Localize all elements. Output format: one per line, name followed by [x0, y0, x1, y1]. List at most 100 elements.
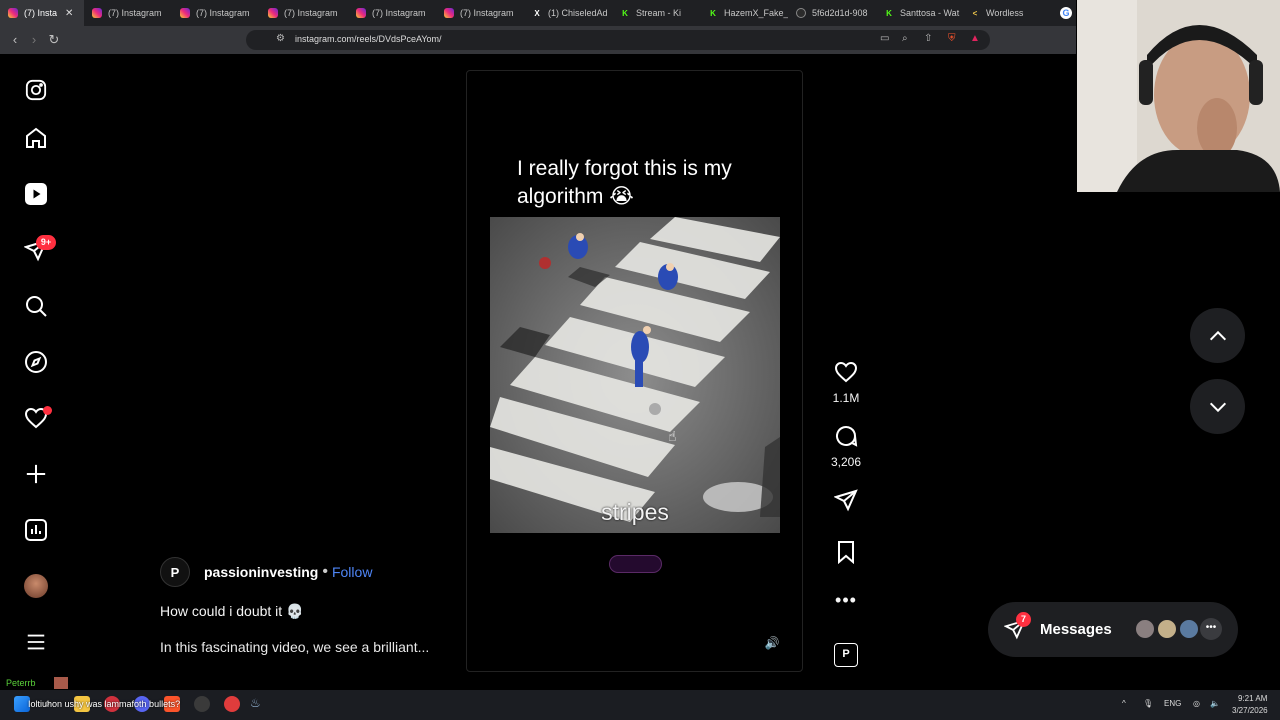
comment-button[interactable]: 3,206	[826, 424, 866, 469]
reel-player[interactable]: I really forgot this is my algorithm 😭 s…	[466, 70, 803, 672]
notification-dot	[43, 406, 52, 415]
obs-icon[interactable]	[194, 696, 210, 712]
network-icon[interactable]: ◎	[1193, 699, 1200, 708]
language-indicator[interactable]: ENG	[1164, 699, 1181, 708]
separator-dot: •	[322, 563, 328, 580]
steam-icon[interactable]: ♨	[250, 696, 266, 712]
profile-avatar[interactable]	[22, 572, 50, 600]
x-icon: X	[534, 8, 540, 18]
author-username[interactable]: passioninvesting	[204, 564, 318, 580]
instagram-icon	[356, 8, 366, 18]
search-icon[interactable]	[22, 292, 50, 320]
browser-tab[interactable]: (7) Instagram	[348, 0, 436, 26]
clock-time[interactable]: 9:21 AM	[1238, 694, 1267, 703]
crosswalk-scene	[490, 217, 780, 533]
instagram-icon	[268, 8, 278, 18]
more-menu-icon[interactable]	[22, 628, 50, 656]
tab-label: HazemX_Fake_	[724, 8, 788, 18]
forward-icon[interactable]: ›	[26, 32, 42, 48]
dashboard-icon[interactable]	[22, 516, 50, 544]
heart-icon	[834, 361, 858, 383]
tab-label: (7) Instagram	[196, 8, 250, 18]
tab-label: (7) Instagram	[372, 8, 426, 18]
kick-icon: K	[622, 8, 628, 18]
microphone-icon[interactable]: 🎙	[1143, 699, 1153, 708]
save-button[interactable]	[826, 540, 866, 569]
like-count: 1.1M	[832, 391, 860, 405]
browser-tab[interactable]: K Santtosa - Wat	[876, 0, 962, 26]
wordless-icon: <	[972, 8, 978, 18]
message-avatar	[1156, 618, 1178, 640]
clock-date[interactable]: 3/27/2026	[1232, 706, 1268, 715]
share-icon[interactable]: ⇧	[924, 33, 932, 44]
comment-count: 3,206	[830, 455, 862, 469]
like-button[interactable]: 1.1M	[826, 360, 866, 405]
home-icon[interactable]	[22, 124, 50, 152]
browser-tab[interactable]: K Stream - Ki	[612, 0, 700, 26]
cast-icon[interactable]: ▭	[880, 33, 889, 44]
brave-shield-icon[interactable]: ⛨	[948, 33, 956, 44]
browser-tab[interactable]: (7) Instagram	[84, 0, 172, 26]
site-info-icon[interactable]: ⚙	[276, 33, 285, 44]
reel-overlay-caption: I really forgot this is my algorithm 😭	[517, 157, 732, 208]
instagram-logo-icon[interactable]	[22, 76, 50, 104]
browser-tab[interactable]: (7) Insta ✕	[0, 0, 84, 26]
browser-tab[interactable]: 5f6d2d1d-908	[788, 0, 876, 26]
browser-tab[interactable]: (7) Instagram	[260, 0, 348, 26]
address-bar[interactable]: ⚙ instagram.com/reels/DVdsPceAYom/ ▭ ⌕ ⇧…	[246, 30, 990, 50]
more-avatars-icon: •••	[1200, 618, 1222, 640]
more-options-icon[interactable]: •••	[826, 590, 866, 611]
create-icon[interactable]	[22, 460, 50, 488]
url-text: instagram.com/reels/DVdsPceAYom/	[295, 34, 442, 44]
google-icon[interactable]: G	[1060, 7, 1072, 19]
reel-progress-pill[interactable]	[609, 555, 662, 573]
chevron-up-icon	[1209, 330, 1226, 340]
tray-chevron-icon[interactable]: ^	[1122, 699, 1126, 708]
browser-tab[interactable]: X (1) ChiseledAd	[524, 0, 612, 26]
streamer-webcam-image	[1077, 0, 1280, 192]
app-red-2-icon[interactable]	[224, 696, 240, 712]
back-icon[interactable]: ‹	[7, 32, 23, 48]
reload-icon[interactable]: ↻	[46, 32, 62, 48]
brave-rewards-icon[interactable]: ▲	[970, 33, 980, 44]
bookmark-icon	[838, 541, 854, 565]
windows-taskbar	[0, 690, 1280, 720]
volume-icon[interactable]: 🔈	[1210, 699, 1220, 708]
instagram-icon	[180, 8, 190, 18]
reel-caption: How could i doubt it 💀	[160, 603, 304, 619]
messages-button[interactable]: 7 Messages •••	[988, 602, 1238, 657]
kick-icon: K	[886, 8, 892, 18]
instagram-icon	[444, 8, 454, 18]
github-icon	[796, 8, 806, 18]
mouse-cursor-icon: ☝	[668, 428, 677, 444]
notifications-badge: 9+	[36, 235, 56, 250]
previous-reel-button[interactable]	[1190, 308, 1245, 363]
tab-label: (7) Instagram	[284, 8, 338, 18]
video-subtitle: stripes	[601, 499, 669, 525]
zoom-icon[interactable]: ⌕	[902, 33, 908, 44]
reel-video-frame[interactable]: stripes	[490, 217, 780, 533]
author-avatar[interactable]: P	[160, 557, 190, 587]
tab-label: (7) Insta	[24, 8, 58, 18]
tab-label: (1) ChiseledAd	[548, 8, 608, 18]
messages-badge: 7	[1016, 612, 1031, 627]
close-tab-icon[interactable]: ✕	[65, 8, 73, 19]
next-reel-button[interactable]	[1190, 379, 1245, 434]
messages-label: Messages	[1040, 621, 1112, 638]
chevron-down-icon	[1209, 402, 1226, 412]
reel-description[interactable]: In this fascinating video, we see a bril…	[160, 639, 429, 655]
explore-icon[interactable]	[22, 348, 50, 376]
browser-tab[interactable]: K HazemX_Fake_	[700, 0, 788, 26]
browser-tab[interactable]: < Wordless	[962, 0, 1042, 26]
browser-tab[interactable]: (7) Instagram	[436, 0, 524, 26]
audio-track-avatar[interactable]: P	[826, 643, 866, 667]
share-button[interactable]	[826, 488, 866, 517]
browser-tab[interactable]: (7) Instagram	[172, 0, 260, 26]
mute-toggle-icon[interactable]: 🔊	[763, 634, 781, 652]
tab-label: 5f6d2d1d-908	[812, 8, 868, 18]
follow-button[interactable]: Follow	[332, 564, 372, 580]
kick-icon: K	[710, 8, 716, 18]
reels-icon[interactable]	[22, 180, 50, 208]
webcam-overlay	[1077, 0, 1280, 192]
tab-label: (7) Instagram	[460, 8, 514, 18]
